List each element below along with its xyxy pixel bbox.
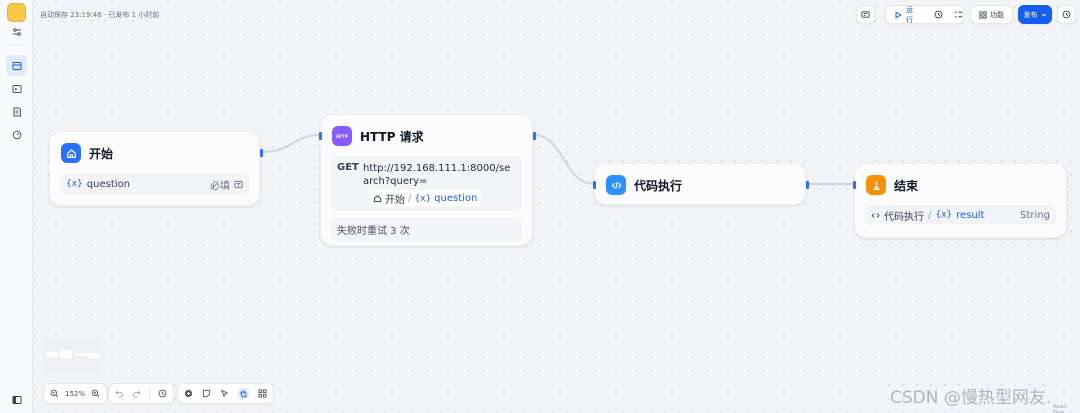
end-output-row: 代码执行 / {x} result String (865, 205, 1056, 225)
hand-icon[interactable] (238, 388, 249, 399)
minimap-node (60, 350, 72, 358)
end-input-handle[interactable] (853, 181, 856, 189)
zoom-control: 152% (43, 383, 108, 404)
end-variable-name: result (956, 209, 985, 221)
code-icon (871, 211, 880, 220)
minimap-node (75, 353, 87, 356)
home-icon (373, 194, 382, 203)
redo-icon[interactable] (132, 389, 141, 398)
end-source-node: 代码执行 (884, 211, 924, 223)
variable-reference-chip: 开始 / {x} question (369, 190, 482, 207)
minimap-node (88, 353, 100, 358)
chip-separator: / (408, 193, 412, 204)
http-input-handle[interactable] (319, 132, 322, 140)
add-node-icon[interactable] (184, 389, 193, 398)
http-request-box: GET http://192.168.111.1:8000/search?quer… (331, 156, 522, 211)
ref-node-name: 开始 (385, 195, 405, 206)
minimap-node (46, 352, 58, 357)
text-field-icon (234, 180, 243, 189)
add-note-icon[interactable] (202, 389, 211, 398)
end-node-title: 结束 (894, 178, 919, 193)
start-output-handle[interactable] (260, 149, 263, 157)
code-icon (606, 175, 626, 195)
minimap[interactable] (42, 339, 102, 373)
pointer-icon[interactable] (220, 389, 229, 398)
react-flow-attribution[interactable]: React Flow (1053, 404, 1080, 413)
chip-separator: / (928, 209, 932, 221)
ref-variable-name: question (434, 193, 478, 204)
variable-icon: {x} (414, 193, 432, 204)
code-output-handle[interactable] (806, 181, 809, 189)
undo-redo-control (108, 383, 174, 404)
end-node[interactable]: 结束 代码执行 / {x} result String (853, 163, 1067, 238)
end-flag-icon (866, 175, 886, 195)
code-node-title: 代码执行 (634, 178, 683, 193)
http-url: http://192.168.111.1:8000/search?query= (363, 163, 511, 187)
retry-info: 失败时重试 3 次 (331, 218, 522, 241)
edge-start-http (262, 134, 322, 153)
zoom-level[interactable]: 152% (65, 390, 85, 398)
zoom-out-icon[interactable] (50, 389, 59, 398)
start-node-title: 开始 (89, 146, 114, 161)
home-icon (61, 143, 81, 163)
start-variable-row: {x} question 必填 (60, 174, 249, 194)
toolbar-divider (149, 388, 150, 399)
organize-layout-icon[interactable] (258, 389, 267, 398)
start-node[interactable]: 开始 {x} question 必填 (49, 131, 263, 206)
start-variable-name: question (86, 178, 130, 190)
variable-icon: {x} (66, 179, 83, 189)
zoom-in-icon[interactable] (91, 389, 100, 398)
http-output-handle[interactable] (533, 132, 536, 140)
code-exec-node[interactable]: 代码执行 (593, 163, 809, 205)
required-label: 必填 (210, 180, 230, 192)
http-node-title: HTTP 请求 (360, 129, 424, 144)
http-icon: HTTP (332, 126, 352, 146)
http-request-node[interactable]: HTTP HTTP 请求 GET http://192.168.111.1:800… (319, 114, 536, 246)
watermark: CSDN @慢热型网友. (890, 388, 1052, 408)
canvas-tools (177, 383, 274, 404)
http-method: GET (337, 162, 359, 173)
variable-icon: {x} (935, 210, 953, 220)
history-icon[interactable] (158, 389, 167, 398)
undo-icon[interactable] (115, 389, 124, 398)
code-input-handle[interactable] (593, 181, 596, 189)
end-variable-type: String (1020, 209, 1050, 221)
edge-http-code (533, 134, 595, 185)
